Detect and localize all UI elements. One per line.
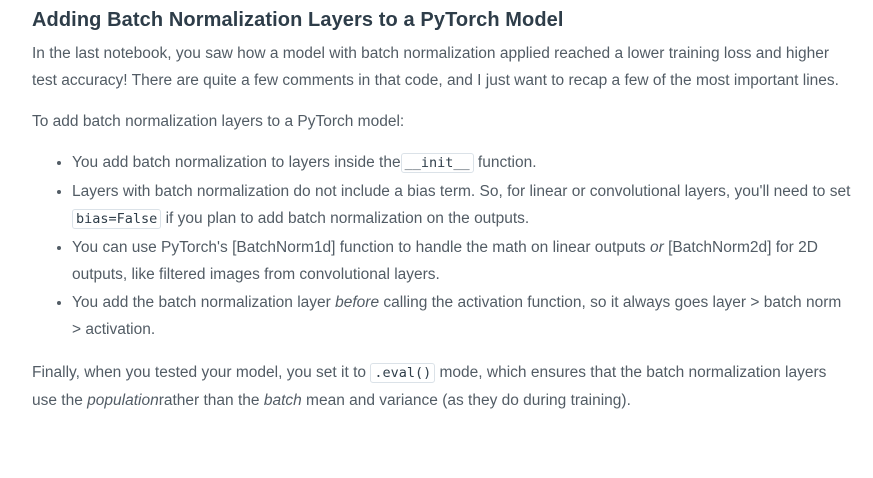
final-paragraph: Finally, when you tested your model, you… [32, 359, 853, 414]
paragraph-text: rather than the [158, 391, 264, 409]
list-item-text: function. [473, 154, 537, 171]
inline-code: bias=False [72, 209, 162, 229]
inline-code: __init__ [400, 153, 474, 173]
list-item-text: if you plan to add batch normalization o… [161, 210, 530, 227]
paragraph-text: Finally, when you tested your model, you… [32, 363, 371, 381]
emphasis: population [87, 391, 159, 409]
inline-code: .eval() [370, 362, 436, 383]
list-item: Layers with batch normalization do not i… [72, 178, 853, 234]
list-item: You add batch normalization to layers in… [72, 149, 853, 178]
list-item-text: You add the batch normalization layer [72, 293, 336, 311]
list-item-text: Layers with batch normalization do not i… [72, 182, 851, 200]
intro-paragraph: In the last notebook, you saw how a mode… [32, 45, 839, 89]
emphasis: batch [263, 391, 302, 409]
list-item-text: You can use PyTorch's [BatchNorm1d] func… [72, 238, 650, 256]
paragraph-text: mean and variance (as they do during tra… [301, 391, 631, 409]
article: Adding Batch Normalization Layers to a P… [0, 0, 873, 478]
emphasis: before [335, 293, 380, 311]
list-item: You can use PyTorch's [BatchNorm1d] func… [72, 234, 853, 289]
list-item: You add the batch normalization layer be… [72, 289, 853, 344]
emphasis: or [649, 238, 664, 256]
section-title: Adding Batch Normalization Layers to a P… [32, 9, 564, 31]
list-item-text: You add batch normalization to layers in… [72, 154, 401, 171]
bullet-list: You add batch normalization to layers in… [32, 149, 853, 344]
lead-paragraph: To add batch normalization layers to a P… [32, 113, 405, 130]
